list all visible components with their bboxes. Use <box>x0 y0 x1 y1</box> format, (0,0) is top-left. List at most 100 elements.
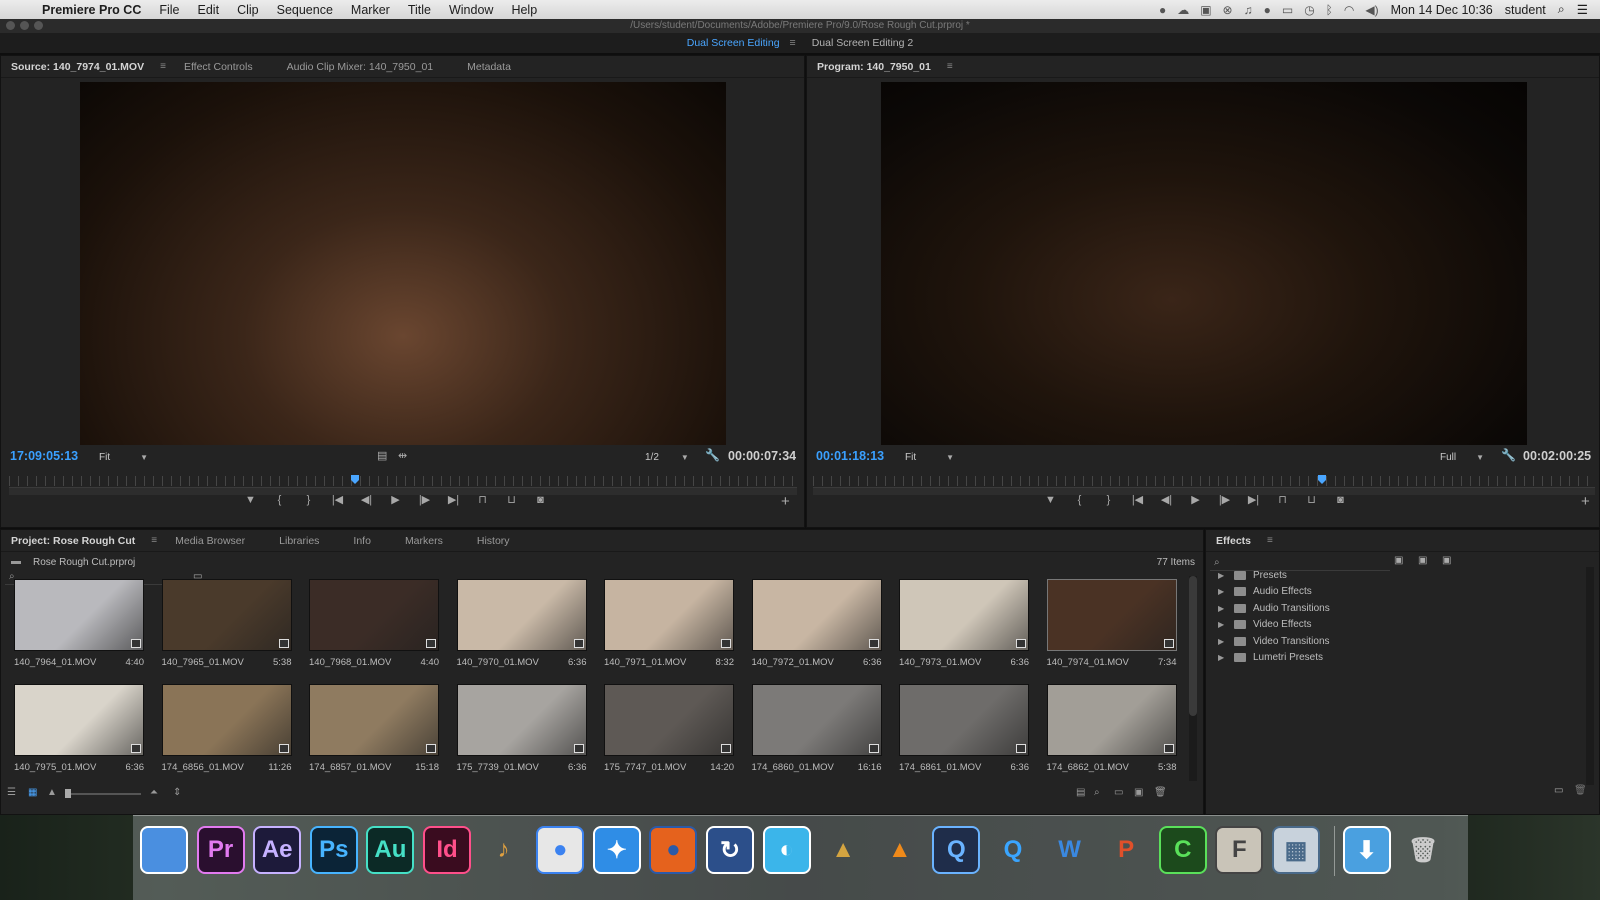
chevron-right-icon[interactable]: ▶ <box>1218 604 1234 613</box>
user-name[interactable]: student <box>1505 3 1546 17</box>
find-icon[interactable]: ⌕ <box>1094 787 1100 798</box>
clip-thumbnail[interactable]: 140_7973_01.MOV 6:36 <box>899 579 1029 668</box>
wifi-icon[interactable]: ◠ <box>1344 3 1354 17</box>
clip-preview[interactable] <box>751 579 882 651</box>
display-icon[interactable]: ▭ <box>1282 3 1293 17</box>
quicktime-x-icon[interactable]: Q <box>989 826 1037 874</box>
panel-menu-icon[interactable]: ≡ <box>1267 535 1291 546</box>
safe-margins-icon[interactable]: ▤ <box>377 449 387 462</box>
menu-title[interactable]: Title <box>399 3 440 17</box>
clip-thumbnail[interactable]: 175_7739_01.MOV 6:36 <box>456 684 587 773</box>
spotlight-icon[interactable]: ⌕ <box>1558 2 1565 17</box>
insert-icon[interactable]: ⊓ <box>468 493 497 506</box>
clip-thumbnail[interactable]: 140_7964_01.MOV 4:40 <box>14 579 144 668</box>
tab-media-browser[interactable]: Media Browser <box>175 535 279 547</box>
play-icon[interactable]: ▶ <box>1181 493 1210 506</box>
go-to-out-icon[interactable]: ▶| <box>1239 493 1268 506</box>
scroll-thumb[interactable] <box>1189 576 1197 716</box>
clip-preview[interactable] <box>899 579 1029 651</box>
tab-effects[interactable]: Effects <box>1216 535 1267 547</box>
clip-preview[interactable] <box>1046 684 1177 756</box>
automate-to-sequence-icon[interactable]: ⏶ <box>150 787 158 798</box>
list-view-icon[interactable]: ☰ <box>7 787 16 798</box>
effects-item-video-effects[interactable]: ▶ Video Effects <box>1206 617 1586 634</box>
play-icon[interactable]: ▶ <box>381 493 410 506</box>
clip-preview[interactable] <box>456 684 587 756</box>
menu-help[interactable]: Help <box>502 3 546 17</box>
shield-icon[interactable]: ▣ <box>1200 3 1211 17</box>
panel-menu-icon[interactable]: ≡ <box>151 535 175 546</box>
program-resolution-select[interactable]: Full ▼ <box>1440 452 1484 463</box>
go-to-in-icon[interactable]: |◀ <box>1123 493 1152 506</box>
clip-preview[interactable] <box>161 684 292 756</box>
after-effects-icon[interactable]: Ae <box>253 826 302 874</box>
notification-center-icon[interactable]: ☰ <box>1577 2 1588 17</box>
menu-edit[interactable]: Edit <box>189 3 229 17</box>
trash-icon[interactable]: 🗑 <box>1399 826 1447 874</box>
effects-scrollbar[interactable] <box>1586 567 1594 785</box>
go-to-in-icon[interactable]: |◀ <box>323 493 352 506</box>
clip-preview[interactable] <box>14 579 144 651</box>
chevron-right-icon[interactable]: ▶ <box>1218 571 1234 580</box>
new-bin-icon[interactable]: ▭ <box>1554 785 1563 796</box>
accelerated-effects-icon[interactable]: ▣ <box>1394 555 1403 566</box>
firefox-icon[interactable]: ● <box>649 826 698 874</box>
go-to-out-icon[interactable]: ▶| <box>439 493 468 506</box>
clip-preview[interactable] <box>751 684 882 756</box>
clip-thumbnail[interactable]: 140_7971_01.MOV 8:32 <box>604 579 734 668</box>
menu-marker[interactable]: Marker <box>342 3 399 17</box>
workspace-dual-screen-editing-2[interactable]: Dual Screen Editing 2 <box>802 37 924 49</box>
insert-overwrite-icon[interactable]: ⇹ <box>398 449 407 462</box>
effects-item-audio-transitions[interactable]: ▶ Audio Transitions <box>1206 600 1586 617</box>
minimize-window-icon[interactable] <box>20 21 29 30</box>
panel-menu-icon[interactable]: ≡ <box>947 61 971 72</box>
clock[interactable]: Mon 14 Dec 10:36 <box>1391 3 1493 17</box>
program-zoom-select[interactable]: Fit ▼ <box>905 452 954 463</box>
clip-preview[interactable] <box>309 684 439 756</box>
step-forward-icon[interactable]: |▶ <box>1210 493 1239 506</box>
clip-thumbnail[interactable]: 140_7975_01.MOV 6:36 <box>14 684 144 773</box>
tab-history[interactable]: History <box>477 535 526 547</box>
trash-icon[interactable]: 🗑 <box>1574 785 1587 796</box>
step-back-icon[interactable]: ◀| <box>352 493 381 506</box>
clip-preview[interactable] <box>1046 579 1177 651</box>
network-icon[interactable]: ◐ <box>762 826 811 874</box>
source-playhead-timecode[interactable]: 17:09:05:13 <box>10 449 78 463</box>
clip-thumbnail[interactable]: 174_6856_01.MOV 11:26 <box>161 684 292 773</box>
project-scrollbar[interactable] <box>1189 576 1197 781</box>
clip-thumbnail[interactable]: 140_7970_01.MOV 6:36 <box>456 579 587 668</box>
tab-audio-clip-mixer[interactable]: Audio Clip Mixer: 140_7950_01 <box>269 61 450 73</box>
step-forward-icon[interactable]: |▶ <box>410 493 439 506</box>
tab-source[interactable]: Source: 140_7974_01.MOV <box>11 61 160 73</box>
bluetooth-icon[interactable]: ᛒ <box>1326 3 1333 17</box>
mark-out-icon[interactable]: } <box>294 494 323 506</box>
backup-icon[interactable]: ↻ <box>706 826 754 874</box>
tab-info[interactable]: Info <box>353 535 405 547</box>
sort-order-icon[interactable]: ⇕ <box>173 787 181 798</box>
trash-icon[interactable]: 🗑 <box>1154 787 1167 798</box>
app-menu[interactable]: Premiere Pro CC <box>38 3 150 17</box>
settings-wrench-icon[interactable]: 🔧 <box>1501 448 1516 462</box>
mark-out-icon[interactable]: } <box>1094 494 1123 506</box>
clip-preview[interactable] <box>161 579 292 651</box>
program-playhead-timecode[interactable]: 00:01:18:13 <box>816 449 884 463</box>
clip-preview[interactable] <box>456 579 587 651</box>
export-frame-icon[interactable]: ◙ <box>526 494 555 506</box>
icon-view-icon[interactable]: ▦ <box>28 787 37 798</box>
effects-item-audio-effects[interactable]: ▶ Audio Effects <box>1206 584 1586 601</box>
mark-in-icon[interactable]: { <box>1065 494 1094 506</box>
yuv-effects-icon[interactable]: ▣ <box>1442 555 1451 566</box>
clip-thumbnail[interactable]: 174_6861_01.MOV 6:36 <box>899 684 1029 773</box>
chrome-icon[interactable]: ● <box>536 826 585 874</box>
time-machine-icon[interactable]: ◷ <box>1304 3 1314 17</box>
program-time-ruler[interactable] <box>813 476 1595 486</box>
record-icon[interactable]: ● <box>1159 3 1166 17</box>
chevron-right-icon[interactable]: ▶ <box>1218 620 1234 629</box>
circle-icon[interactable]: ● <box>1264 3 1271 17</box>
clip-thumbnail[interactable]: 140_7968_01.MOV 4:40 <box>309 579 439 668</box>
mark-in-icon[interactable]: { <box>265 494 294 506</box>
powerpoint-icon[interactable]: P <box>1102 826 1150 874</box>
button-editor-plus-icon[interactable]: + <box>1581 493 1590 510</box>
new-bin-icon[interactable]: ▭ <box>1114 787 1123 798</box>
source-video-frame[interactable] <box>80 82 726 445</box>
